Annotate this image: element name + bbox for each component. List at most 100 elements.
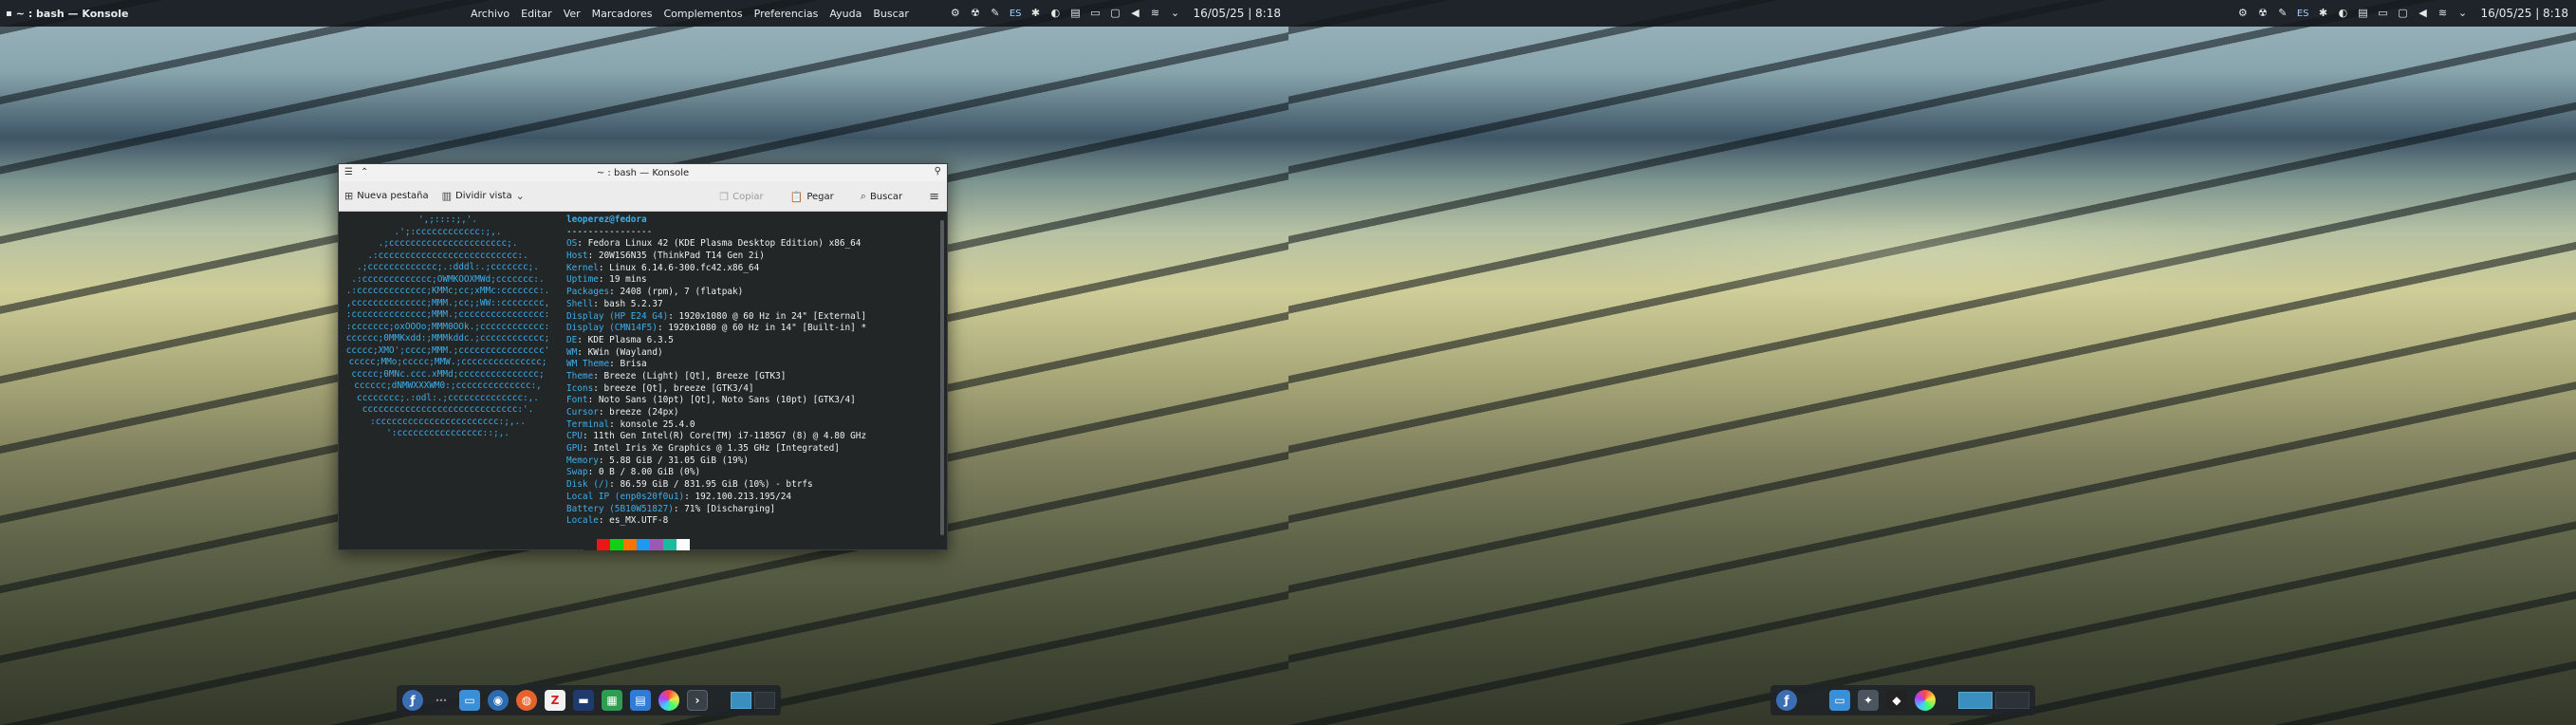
chevron-down-icon[interactable]: ⌄ — [2456, 8, 2468, 19]
info-row: Cursor: breeze (24px) — [566, 407, 927, 419]
battery-icon[interactable]: ▭ — [1089, 8, 1101, 19]
active-app-title[interactable]: ▪ ~ : bash — Konsole — [6, 8, 128, 20]
menu-ayuda[interactable]: Ayuda — [829, 8, 862, 20]
window-menu-icon[interactable]: ☰ — [344, 167, 353, 177]
menu-archivo[interactable]: Archivo — [471, 8, 510, 20]
zotero-icon[interactable]: Z — [545, 690, 565, 711]
notifications-icon[interactable]: ⚙ — [2237, 8, 2249, 19]
copy-icon: ❐ — [719, 190, 730, 203]
info-row: DE: KDE Plasma 6.3.5 — [566, 335, 927, 347]
color-icon[interactable] — [658, 690, 679, 711]
info-colon: : — [598, 262, 610, 273]
info-colon: : — [577, 238, 588, 250]
desktop-2[interactable] — [1995, 692, 2029, 709]
display-icon[interactable]: ▢ — [2397, 8, 2408, 19]
info-row: GPU: Intel Iris Xe Graphics @ 1.35 GHz [… — [566, 443, 927, 455]
info-key: Shell — [566, 298, 594, 309]
fedora-ascii-logo: ',;::::;,'. .';:cccccccccccc:;,. .;ccccccc… — [339, 213, 557, 440]
clipboard-icon[interactable]: ▤ — [2357, 8, 2368, 19]
logo-line: ':cccccccccccccccc::;,. — [386, 428, 510, 438]
network-icon[interactable]: ☢ — [2257, 8, 2269, 19]
desktop-1[interactable] — [731, 692, 751, 709]
bluetooth-icon[interactable]: ✱ — [1029, 8, 1041, 19]
color-icon[interactable] — [1915, 690, 1936, 711]
info-key: Host — [566, 251, 588, 262]
search-button[interactable]: ⌕ Buscar — [861, 190, 902, 203]
sync-icon[interactable]: ✎ — [990, 8, 1001, 19]
menu-marcadores[interactable]: Marcadores — [592, 8, 653, 20]
paste-button[interactable]: 📋 Pegar — [790, 191, 834, 203]
clock[interactable]: 16/05/25 | 8:18 — [1193, 7, 1281, 20]
inkscape-icon[interactable]: ◆ — [1886, 690, 1907, 711]
paste-icon: 📋 — [789, 190, 804, 203]
bluetooth-icon[interactable]: ✱ — [2317, 8, 2328, 19]
info-colon: : — [593, 298, 604, 309]
palette-swatch — [676, 539, 690, 550]
terminal-icon[interactable]: › — [687, 690, 708, 711]
info-value: breeze (24px) — [609, 407, 679, 418]
desktop-1[interactable] — [1958, 692, 1992, 709]
sync-icon[interactable]: ✎ — [2277, 8, 2289, 19]
terminal-output[interactable]: ',;::::;,'. .';:cccccccccccc:;,. .;ccccccc… — [339, 213, 947, 550]
network-icon[interactable]: ☢ — [970, 8, 981, 19]
titlebar[interactable]: ☰ ⌃ ~ : bash — Konsole ⚲ — [339, 164, 947, 181]
split-view-button[interactable]: ▥ Dividir vista ⌄ — [442, 190, 525, 202]
doc-icon[interactable]: ▤ — [630, 690, 651, 711]
info-colon: : — [598, 455, 610, 466]
info-row: OS: Fedora Linux 42 (KDE Plasma Desktop … — [566, 238, 927, 251]
keyboard-layout[interactable]: ES — [2297, 9, 2309, 19]
dots-icon[interactable]: ⋯ — [431, 690, 452, 711]
info-value: Fedora Linux 42 (KDE Plasma Desktop Edit… — [587, 238, 862, 250]
new-tab-label: Nueva pestaña — [357, 191, 429, 201]
fedora-icon[interactable]: ƒ — [402, 690, 423, 711]
info-row: CPU: 11th Gen Intel(R) Core(TM) i7-1185G… — [566, 431, 927, 443]
menu-complementos[interactable]: Complementos — [663, 8, 742, 20]
chevron-down-icon[interactable]: ⌄ — [1169, 8, 1180, 19]
volume-icon[interactable]: ◀ — [1129, 8, 1140, 19]
info-key: WM — [566, 346, 578, 358]
menu-preferencias[interactable]: Preferencias — [754, 8, 819, 20]
display-icon[interactable]: ▢ — [1109, 8, 1121, 19]
files-icon[interactable]: ▭ — [1829, 690, 1850, 711]
menu-editar[interactable]: Editar — [521, 8, 552, 20]
brightness-icon[interactable]: ◐ — [1049, 8, 1061, 19]
menu-buscar[interactable]: Buscar — [873, 8, 909, 20]
pin-icon[interactable]: ⚲ — [935, 166, 941, 177]
konsole-window[interactable]: ☰ ⌃ ~ : bash — Konsole ⚲ ⊞ Nueva pestaña… — [338, 163, 948, 550]
discover-icon[interactable]: ◉ — [488, 690, 509, 711]
hamburger-menu-button[interactable]: ≡ — [929, 190, 939, 204]
keep-above-icon[interactable]: ⌃ — [361, 167, 368, 177]
scrollbar[interactable] — [940, 220, 944, 535]
copy-button[interactable]: ❐ Copiar — [719, 191, 763, 203]
notifications-icon[interactable]: ⚙ — [950, 8, 961, 19]
clipboard-icon[interactable]: ▤ — [1069, 8, 1081, 19]
menu-ver[interactable]: Ver — [564, 8, 581, 20]
firefox-icon[interactable]: ◍ — [516, 690, 537, 711]
info-colon: : — [587, 467, 599, 478]
search-label: Buscar — [869, 191, 903, 202]
info-key: Icons — [566, 382, 594, 394]
logo-line: .:ccccccccccccc;KMMc;cc;xMMc:ccccccc:. — [345, 286, 550, 296]
logo-line: .:ccccccccccccc;OWMKOOXMWd;ccccccc:. — [351, 273, 545, 285]
brightness-icon[interactable]: ◐ — [2337, 8, 2348, 19]
info-key: Disk (/) — [566, 479, 610, 491]
fedora-icon[interactable]: ƒ — [1776, 690, 1797, 711]
battery-icon[interactable]: ▭ — [2377, 8, 2388, 19]
volume-icon[interactable]: ◀ — [2417, 8, 2428, 19]
new-tab-button[interactable]: ⊞ Nueva pestaña — [344, 190, 429, 202]
monitor-icon[interactable]: ▬ — [573, 690, 594, 711]
files-icon[interactable]: ▭ — [459, 690, 480, 711]
info-key: Packages — [566, 287, 610, 298]
clock[interactable]: 16/05/25 | 8:18 — [2480, 7, 2568, 20]
app-icon[interactable]: ✦ — [1858, 690, 1879, 711]
info-colon: : — [593, 382, 604, 394]
logo-line: :cccccccccccccc;MMM.;cccccccccccccccc: — [345, 309, 550, 320]
wifi-icon[interactable]: ≋ — [2437, 8, 2448, 19]
sheet-icon[interactable]: ▦ — [602, 690, 622, 711]
logo-line: cccccccc;.:odl:.;cccccccccccccc:,. — [357, 392, 539, 403]
keyboard-layout[interactable]: ES — [1010, 9, 1022, 19]
logo-line: cccccc;0MMKxdd:;MMMkddc.;cccccccccccc; — [345, 333, 550, 344]
desktop-2[interactable] — [754, 692, 775, 709]
wifi-icon[interactable]: ≋ — [1149, 8, 1160, 19]
color-palette — [584, 539, 690, 550]
